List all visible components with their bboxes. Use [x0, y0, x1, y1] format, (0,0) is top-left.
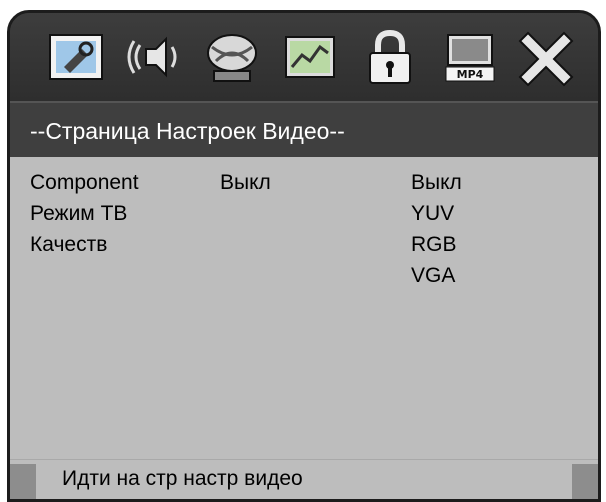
help-text: Идти на стр настр видео — [62, 467, 303, 490]
option-off[interactable]: Выкл — [411, 171, 462, 202]
footer-left-tab — [10, 464, 36, 499]
footer-right-tab — [572, 464, 598, 499]
option-vga[interactable]: VGA — [411, 264, 462, 295]
mp4-setup-icon[interactable]: MP4 — [438, 23, 502, 91]
component-current-value: Выкл — [220, 171, 271, 194]
audio-setup-icon[interactable] — [122, 23, 186, 91]
setting-tv-mode[interactable]: Режим ТВ — [30, 202, 139, 233]
svg-text:MP4: MP4 — [457, 68, 484, 81]
settings-panel: Component Режим ТВ Качеств Выкл Выкл YUV… — [10, 157, 598, 459]
setting-quality[interactable]: Качеств — [30, 233, 139, 264]
setup-toolbar: MP4 — [10, 13, 598, 101]
setting-component[interactable]: Component — [30, 171, 139, 202]
preference-icon[interactable] — [278, 23, 342, 91]
settings-labels: Component Режим ТВ Качеств — [30, 171, 139, 264]
options-list: Выкл YUV RGB VGA — [411, 171, 462, 295]
password-lock-icon[interactable] — [358, 23, 422, 91]
help-footer: Идти на стр настр видео — [10, 459, 598, 499]
option-rgb[interactable]: RGB — [411, 233, 462, 264]
option-yuv[interactable]: YUV — [411, 202, 462, 233]
current-value-column: Выкл — [220, 171, 271, 202]
setup-menu-window: MP4 --Страница Настроек Видео-- Componen… — [7, 10, 601, 502]
exit-icon[interactable] — [514, 23, 578, 91]
page-title: --Страница Настроек Видео-- — [10, 101, 598, 157]
general-setup-icon[interactable] — [44, 23, 108, 91]
video-setup-icon[interactable] — [200, 23, 264, 91]
